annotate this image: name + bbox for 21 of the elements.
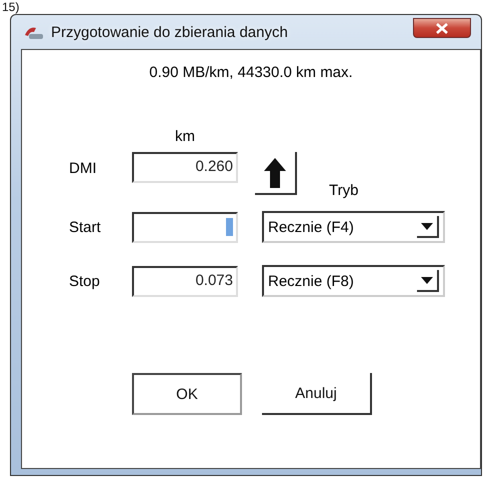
close-button[interactable]: [413, 18, 471, 38]
dropdown-arrow-icon: [417, 216, 439, 238]
figure-label: 15): [2, 0, 20, 14]
capacity-info: 0.90 MB/km, 44330.0 km max.: [148, 64, 354, 83]
mode-dropdown[interactable]: Recznie (F8): [262, 265, 445, 297]
row-label: DMI: [69, 160, 98, 177]
value-field[interactable]: [132, 212, 238, 242]
up-arrow-icon: [264, 158, 286, 188]
ok-button[interactable]: OK: [132, 373, 242, 415]
cancel-button[interactable]: Anuluj: [262, 373, 372, 415]
dropdown-arrow-icon: [417, 270, 439, 292]
row-label: Stop: [69, 272, 101, 290]
close-icon: [436, 22, 448, 34]
window-title: Przygotowanie do zbierania danych: [51, 24, 288, 40]
text-selection: [226, 218, 233, 236]
mode-dropdown[interactable]: Recznie (F4): [262, 211, 445, 243]
value-field[interactable]: 0.073: [132, 266, 238, 296]
value-field[interactable]: 0.260: [132, 152, 238, 183]
mode-label: Tryb: [329, 182, 358, 199]
row-label: Start: [69, 218, 102, 236]
unit-label: km: [175, 128, 196, 147]
